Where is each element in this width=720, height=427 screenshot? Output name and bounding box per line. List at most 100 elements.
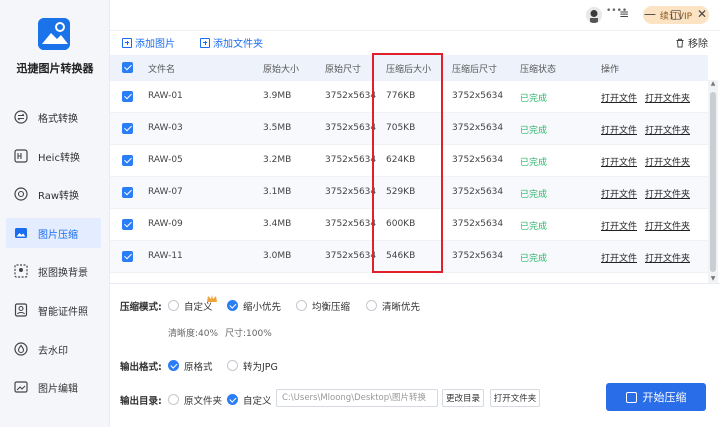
open-folder-link[interactable]: 打开文件夹 <box>645 187 690 200</box>
cell-orig-dim: 3752x5634 <box>325 219 377 229</box>
remove-button[interactable]: 移除 <box>675 35 708 50</box>
format-jpg-label[interactable]: 转为JPG <box>243 359 278 373</box>
scrollbar[interactable]: ▲ ▼ <box>708 80 718 283</box>
cell-orig-size: 3.4MB <box>263 219 292 229</box>
table-row[interactable]: RAW-09 3.4MB 3752x5634 600KB 3752x5634 已… <box>110 209 708 241</box>
image-edit-icon <box>14 380 28 394</box>
table-row[interactable]: RAW-11 3.0MB 3752x5634 546KB 3752x5634 已… <box>110 241 708 273</box>
mode-shrink-label[interactable]: 缩小优先 <box>243 299 281 313</box>
row-checkbox[interactable] <box>122 251 133 262</box>
close-icon[interactable]: ✕ <box>694 5 710 23</box>
open-file-link[interactable]: 打开文件 <box>601 155 637 168</box>
col-orig-dim: 原始尺寸 <box>325 65 362 75</box>
open-file-link[interactable]: 打开文件 <box>601 219 637 232</box>
sidebar-item-raw[interactable]: Raw转换 <box>6 179 101 209</box>
sidebar-item-label: 智能证件照 <box>38 306 88 318</box>
open-folder-button[interactable]: 打开文件夹 <box>490 389 540 407</box>
open-file-link[interactable]: 打开文件 <box>601 187 637 200</box>
cell-new-size: 624KB <box>386 155 416 165</box>
sidebar-item-cutout[interactable]: 抠图换背景 <box>6 256 101 286</box>
open-folder-link[interactable]: 打开文件夹 <box>645 123 690 136</box>
cell-new-size: 600KB <box>386 219 416 229</box>
row-checkbox[interactable] <box>122 187 133 198</box>
sidebar-item-image-edit[interactable]: 图片编辑 <box>6 372 101 402</box>
cell-new-dim: 3752x5634 <box>452 91 504 101</box>
row-checkbox[interactable] <box>122 123 133 134</box>
cell-orig-dim: 3752x5634 <box>325 251 377 261</box>
table-row[interactable]: RAW-05 3.2MB 3752x5634 624KB 3752x5634 已… <box>110 145 708 177</box>
menu-icon[interactable]: ≡ <box>616 5 632 23</box>
maximize-icon[interactable]: □ <box>668 5 684 23</box>
add-folder-icon <box>200 37 210 48</box>
row-checkbox[interactable] <box>122 155 133 166</box>
add-image-button[interactable]: 添加图片 <box>122 35 175 50</box>
format-jpg-radio[interactable] <box>227 360 238 371</box>
mode-balanced-label[interactable]: 均衡压缩 <box>312 299 350 313</box>
cell-status: 已完成 <box>520 190 548 200</box>
scroll-up-icon[interactable]: ▲ <box>708 80 718 88</box>
row-checkbox[interactable] <box>122 91 133 102</box>
dir-custom-radio[interactable] <box>227 394 238 405</box>
table-row[interactable]: RAW-07 3.1MB 3752x5634 529KB 3752x5634 已… <box>110 177 708 209</box>
sidebar-item-label: Raw转换 <box>38 190 80 202</box>
sidebar-item-format-convert[interactable]: 格式转换 <box>6 102 101 132</box>
cell-new-size: 529KB <box>386 187 416 197</box>
scrollbar-thumb[interactable] <box>710 92 716 272</box>
mode-clarity-radio[interactable] <box>366 300 377 311</box>
sidebar-item-heic[interactable]: Heic转换 <box>6 141 101 171</box>
trash-icon <box>676 38 684 47</box>
dir-custom-label[interactable]: 自定义 <box>243 393 272 407</box>
add-folder-button[interactable]: 添加文件夹 <box>200 35 263 50</box>
sidebar-item-watermark[interactable]: 去水印 <box>6 334 101 364</box>
cell-new-dim: 3752x5634 <box>452 187 504 197</box>
cell-filename: RAW-01 <box>148 91 183 101</box>
row-checkbox[interactable] <box>122 219 133 230</box>
mode-balanced-radio[interactable] <box>296 300 307 311</box>
sidebar-item-id-photo[interactable]: 智能证件照 <box>6 295 101 325</box>
cell-status: 已完成 <box>520 94 548 104</box>
col-new-dim: 压缩后尺寸 <box>452 65 498 75</box>
select-all-checkbox[interactable] <box>122 62 133 73</box>
mode-clarity-label[interactable]: 清晰优先 <box>382 299 420 313</box>
compress-mode-label: 压缩模式: <box>120 302 162 313</box>
start-compress-button[interactable]: 开始压缩 <box>606 383 706 411</box>
clarity-value: 清晰度:40% <box>168 329 219 339</box>
table-row[interactable]: RAW-01 3.9MB 3752x5634 776KB 3752x5634 已… <box>110 81 708 113</box>
scroll-down-icon[interactable]: ▼ <box>708 275 718 283</box>
divider <box>110 30 720 31</box>
col-filename: 文件名 <box>148 65 176 75</box>
open-file-link[interactable]: 打开文件 <box>601 123 637 136</box>
title-bar: •••• 续订VIP ≡ — □ ✕ <box>110 0 720 30</box>
dir-original-radio[interactable] <box>168 394 179 405</box>
table-row[interactable]: RAW-03 3.5MB 3752x5634 705KB 3752x5634 已… <box>110 113 708 145</box>
sidebar-item-label: 图片编辑 <box>38 383 78 395</box>
size-value: 尺寸:100% <box>225 329 272 339</box>
cell-new-dim: 3752x5634 <box>452 155 504 165</box>
open-folder-link[interactable]: 打开文件夹 <box>645 91 690 104</box>
cell-new-dim: 3752x5634 <box>452 251 504 261</box>
cell-orig-size: 3.5MB <box>263 123 292 133</box>
cutout-icon <box>14 264 28 278</box>
format-original-label[interactable]: 原格式 <box>184 359 213 373</box>
cell-orig-size: 3.9MB <box>263 91 292 101</box>
cell-new-size: 705KB <box>386 123 416 133</box>
minimize-icon[interactable]: — <box>642 5 658 23</box>
open-folder-link[interactable]: 打开文件夹 <box>645 155 690 168</box>
change-dir-button[interactable]: 更改目录 <box>442 389 484 407</box>
mode-shrink-radio[interactable] <box>227 300 238 311</box>
sidebar-item-label: 抠图换背景 <box>38 267 88 279</box>
mode-custom-radio[interactable] <box>168 300 179 311</box>
open-file-link[interactable]: 打开文件 <box>601 251 637 264</box>
open-folder-link[interactable]: 打开文件夹 <box>645 219 690 232</box>
output-path-field[interactable]: C:\Users\Mloong\Desktop\图片转换 <box>276 389 438 407</box>
sidebar-item-label: Heic转换 <box>38 152 80 164</box>
open-folder-link[interactable]: 打开文件夹 <box>645 251 690 264</box>
dir-original-label[interactable]: 原文件夹 <box>184 393 222 407</box>
format-original-radio[interactable] <box>168 360 179 371</box>
col-new-size: 压缩后大小 <box>386 65 432 75</box>
table-header: 文件名 原始大小 原始尺寸 压缩后大小 压缩后尺寸 压缩状态 操作 <box>110 55 708 81</box>
sidebar-item-image-compress[interactable]: 图片压缩 <box>6 218 101 248</box>
remove-label: 移除 <box>688 39 708 50</box>
avatar[interactable] <box>586 7 602 23</box>
open-file-link[interactable]: 打开文件 <box>601 91 637 104</box>
